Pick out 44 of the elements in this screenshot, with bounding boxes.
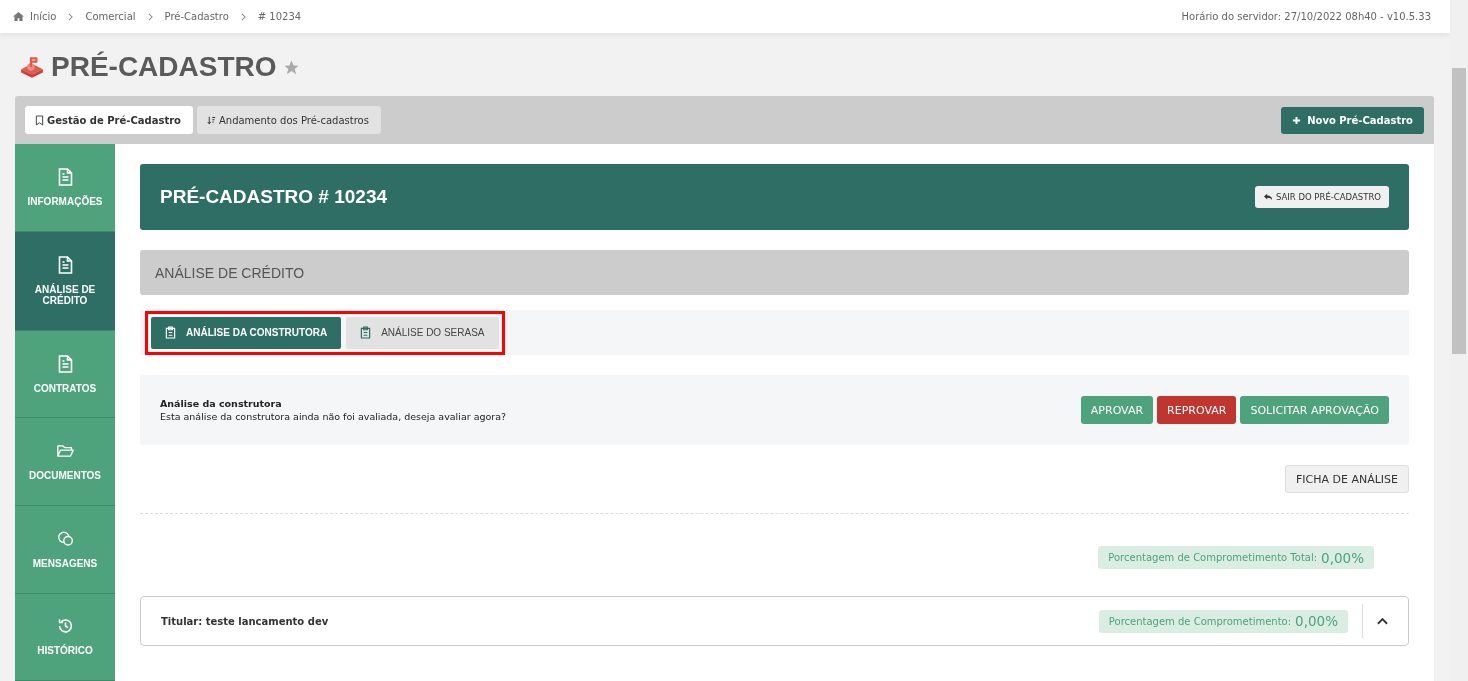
header-title: PRÉ-CADASTRO # 10234 bbox=[160, 186, 388, 208]
chevron-icon bbox=[147, 12, 153, 21]
action-button[interactable]: APROVAR bbox=[1080, 396, 1154, 424]
sort-icon bbox=[206, 114, 216, 126]
tab[interactable]: ANÁLISE DO SERASA bbox=[346, 316, 499, 349]
breadcrumb-link[interactable]: Comercial bbox=[85, 11, 136, 22]
breadcrumb-link[interactable]: Pré-Cadastro bbox=[164, 11, 229, 22]
chat-icon bbox=[56, 529, 74, 548]
bookmark-icon bbox=[35, 114, 44, 126]
page-title: PRÉ-CADASTRO bbox=[51, 51, 277, 83]
commitment-value: 0,00% bbox=[1295, 613, 1338, 629]
section-title: ANÁLISE DE CRÉDITO bbox=[155, 264, 305, 281]
commitment-label: Porcentagem de Comprometimento: bbox=[1108, 615, 1292, 627]
holder-title: Titular: teste lancamento dev bbox=[161, 615, 329, 627]
new-button[interactable]: Novo Pré-Cadastro bbox=[1281, 106, 1424, 134]
server-time: Horário do servidor: 27/10/2022 08h40 - v10.5.33 bbox=[1181, 11, 1431, 22]
notice-text: Esta análise da construtora ainda não foi avaliada, deseja avaliar agora? bbox=[160, 411, 507, 422]
analysis-sheet-button[interactable]: FICHA DE ANÁLISE bbox=[1284, 465, 1409, 493]
plus-icon bbox=[1292, 115, 1302, 125]
document-icon bbox=[56, 255, 74, 274]
caret-up-icon[interactable] bbox=[1377, 617, 1388, 625]
action-button[interactable]: SOLICITAR APROVAÇÃO bbox=[1240, 396, 1389, 424]
document-icon bbox=[56, 167, 74, 186]
stamp-icon bbox=[19, 54, 45, 80]
action-button[interactable]: REPROVAR bbox=[1157, 396, 1237, 424]
clipboard-icon bbox=[165, 326, 176, 339]
star-icon[interactable] bbox=[282, 58, 300, 76]
clipboard-icon bbox=[360, 326, 372, 339]
notice-title: Análise da construtora bbox=[160, 398, 283, 409]
tab[interactable]: Gestão de Pré-Cadastro bbox=[25, 106, 193, 134]
breadcrumb-link[interactable]: # 10234 bbox=[257, 11, 302, 22]
home-icon bbox=[13, 12, 24, 21]
tab[interactable]: Andamento dos Pré-cadastros bbox=[196, 106, 381, 134]
sidebar-item[interactable]: ANÁLISE DE CRÉDITO bbox=[15, 231, 115, 331]
chevron-icon bbox=[240, 12, 246, 21]
commitment-value: 0,00% bbox=[1321, 549, 1364, 566]
tab[interactable]: ANÁLISE DA CONSTRUTORA bbox=[151, 316, 342, 349]
commitment-label: Porcentagem de Comprometimento Total: bbox=[1108, 552, 1318, 563]
document-icon bbox=[56, 354, 74, 373]
history-icon bbox=[56, 617, 74, 636]
breadcrumb-link[interactable]: Início bbox=[30, 11, 57, 22]
exit-button[interactable]: SAIR DO PRÉ-CADASTRO bbox=[1254, 186, 1389, 208]
reply-icon bbox=[1262, 193, 1273, 201]
chevron-icon bbox=[68, 12, 74, 21]
